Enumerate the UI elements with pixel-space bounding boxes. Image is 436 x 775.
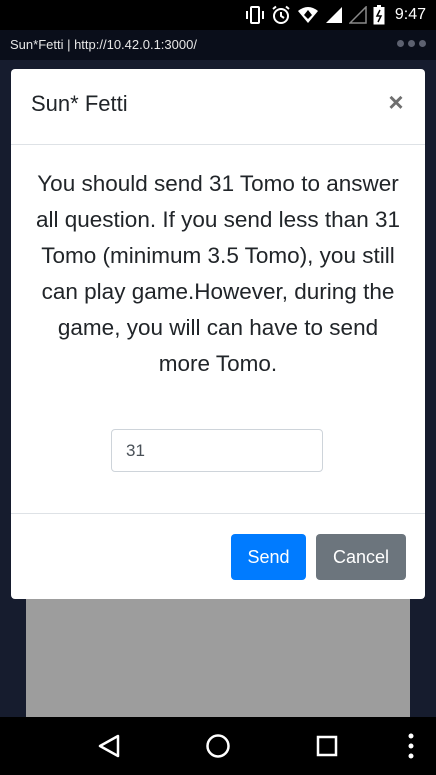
more-icon[interactable] <box>407 733 415 759</box>
cancel-button[interactable]: Cancel <box>316 534 406 580</box>
status-time: 9:47 <box>394 6 426 23</box>
dot <box>419 40 426 47</box>
wifi-icon <box>297 7 318 23</box>
back-icon[interactable] <box>98 734 120 758</box>
battery-icon <box>373 5 385 25</box>
modal-message: You should send 31 Tomo to answer all qu… <box>36 171 400 376</box>
navigation-bar <box>0 717 436 775</box>
status-bar: 9:47 <box>0 0 436 30</box>
dot <box>408 40 415 47</box>
modal-header: Sun* Fetti × <box>11 69 425 145</box>
dot <box>397 40 404 47</box>
browser-title: Sun*Fetti | http://10.42.0.1:3000/ <box>10 37 197 52</box>
modal-title: Sun* Fetti <box>31 91 128 116</box>
modal-footer: Send Cancel <box>11 514 425 599</box>
modal-body: You should send 31 Tomo to answer all qu… <box>11 145 425 514</box>
amount-input[interactable] <box>111 429 323 472</box>
vibrate-icon <box>245 6 264 24</box>
send-tomo-modal: Sun* Fetti × You should send 31 Tomo to … <box>11 69 425 599</box>
recents-icon[interactable] <box>316 735 338 757</box>
send-button[interactable]: Send <box>231 534 306 580</box>
status-icons: 9:47 <box>245 5 426 25</box>
close-button[interactable]: × <box>385 89 407 115</box>
browser-title-bar: Sun*Fetti | http://10.42.0.1:3000/ <box>0 30 436 60</box>
signal-icon <box>325 7 342 23</box>
signal-empty-icon <box>348 6 367 24</box>
alarm-icon <box>272 5 290 24</box>
background-panel <box>26 598 410 717</box>
home-icon[interactable] <box>205 733 231 759</box>
overflow-dots-icon[interactable] <box>397 40 426 47</box>
